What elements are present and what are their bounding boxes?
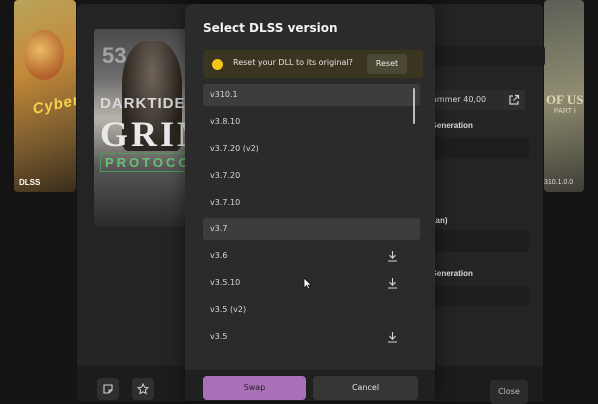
mouse-cursor-icon	[303, 277, 312, 290]
select-dlss-version-dialog: Select DLSS version Reset your DLL to it…	[185, 4, 435, 401]
notice-text: Reset your DLL to its original?	[233, 58, 353, 67]
download-icon[interactable]	[387, 250, 398, 262]
version-row[interactable]: v3.7.10	[203, 192, 420, 214]
cover-title-line2: GRIM	[100, 114, 188, 154]
info-icon	[212, 59, 223, 70]
game-card-last-of-us[interactable]: OF US PART I 310.1.0.0	[544, 0, 584, 192]
version-row[interactable]: v310.1	[203, 84, 420, 106]
version-label: v3.7	[210, 224, 228, 233]
reset-button[interactable]: Reset	[367, 54, 407, 74]
version-label: v3.5.10	[210, 278, 241, 287]
version-row[interactable]: v3.7.20 (v2)	[203, 138, 420, 160]
game-cover-art: 53 DARKTIDE GRIM PROTOCOL	[94, 29, 188, 227]
favorite-button[interactable]	[132, 378, 154, 400]
cover-number: 53	[102, 43, 127, 68]
game-card-badge: DLSS	[19, 178, 41, 187]
card-art	[24, 30, 64, 80]
version-row[interactable]: v3.5 (v2)	[203, 299, 420, 321]
card-art-text: Cyberpunk	[31, 83, 76, 118]
version-label: v3.8.10	[210, 117, 241, 126]
download-icon[interactable]	[387, 331, 398, 343]
dialog-title: Select DLSS version	[203, 21, 338, 35]
version-row[interactable]: v3.8.10	[203, 111, 420, 133]
close-button[interactable]: Close	[490, 380, 528, 404]
version-row[interactable]: v3.5	[203, 326, 420, 348]
version-label: v3.6	[210, 251, 228, 260]
publisher-field[interactable]: ammer 40,00	[430, 90, 512, 110]
reset-dll-notice: Reset your DLL to its original? Reset	[203, 50, 423, 78]
version-label: v3.5 (v2)	[210, 305, 247, 314]
card-title: OF US	[546, 92, 584, 107]
card-subtitle: PART I	[554, 108, 576, 115]
frame-generation-field[interactable]: d	[430, 137, 529, 159]
version-row[interactable]: v3.7.20	[203, 165, 420, 187]
download-icon[interactable]	[387, 277, 398, 289]
vulkan-field[interactable]: d	[430, 230, 529, 252]
note-icon	[103, 384, 113, 394]
cancel-button[interactable]: Cancel	[313, 376, 418, 400]
star-icon	[137, 383, 149, 395]
version-label: v3.7.20	[210, 171, 241, 180]
dlss-version-list[interactable]: v310.1 v3.8.10 v3.7.20 (v2) v3.7.20 v3.7.10 v…	[203, 84, 420, 356]
version-list-scrollbar[interactable]	[413, 88, 415, 124]
version-label: v3.7.20 (v2)	[210, 144, 259, 153]
cover-title-line1: DARKTIDE	[100, 95, 186, 112]
external-link-icon	[509, 94, 520, 105]
version-label: v310.1	[210, 90, 238, 99]
frame-generation-field-2[interactable]: d	[430, 286, 529, 306]
cover-title-line3: PROTOCOL	[100, 153, 188, 172]
swap-button[interactable]: Swap	[203, 376, 306, 400]
version-row[interactable]: v3.7	[203, 218, 420, 240]
card-version: 310.1.0.0	[544, 179, 574, 186]
game-name-field[interactable]	[430, 46, 545, 66]
version-label: v3.7.10	[210, 198, 241, 207]
open-external-button[interactable]	[503, 90, 525, 110]
version-label: v3.5	[210, 332, 228, 341]
game-card-cyberpunk[interactable]: Cyberpunk DLSS	[14, 0, 76, 192]
version-row[interactable]: v3.6	[203, 245, 420, 267]
notes-button[interactable]	[97, 378, 119, 400]
